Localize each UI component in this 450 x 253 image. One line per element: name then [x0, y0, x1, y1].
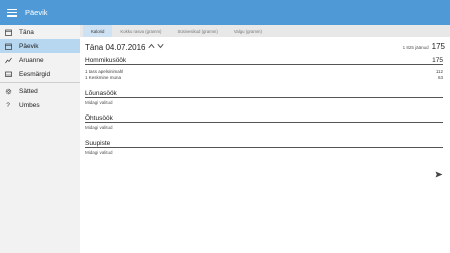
meal-name: Suupiste [85, 139, 111, 147]
food-name: 1 Keskmine muna [85, 74, 122, 80]
chart-icon [4, 56, 12, 64]
hamburger-menu-icon[interactable] [7, 8, 17, 17]
tab-kokku-rasva[interactable]: Kokku rasva (gramm) [112, 25, 169, 37]
chevron-up-icon[interactable] [147, 43, 155, 51]
meal-hommikusook: Hommikusöök 175 1 tass apelsinimahl 112 … [85, 56, 443, 80]
sidebar-divider [0, 82, 80, 83]
sidebar-item-label: Umbes [19, 101, 40, 109]
meal-name: Õhtusöök [85, 114, 113, 122]
meal-name: Lõunasöök [85, 89, 117, 97]
meal-header[interactable]: Suupiste [85, 139, 443, 148]
meal-name: Hommikusöök [85, 56, 127, 64]
empty-meal-text: Midagi valitud [85, 100, 113, 105]
calendar-icon [4, 28, 12, 36]
date-label: Täna 04.07.2016 [85, 42, 146, 52]
food-row[interactable]: 1 Keskmine muna 63 [85, 74, 443, 80]
sidebar-item-eesmargid[interactable]: Eesmärgid [0, 67, 80, 81]
day-total: 1 825 jäänud 175 [403, 42, 445, 51]
sidebar-item-aruanne[interactable]: Aruanne [0, 53, 80, 67]
meal-lounasook: Lõunasöök Midagi valitud [85, 89, 443, 106]
empty-meal-text: Midagi valitud [85, 125, 113, 130]
sidebar-item-label: Päevik [19, 42, 39, 50]
meal-header[interactable]: Õhtusöök [85, 114, 443, 123]
meal-ohtusook: Õhtusöök Midagi valitud [85, 114, 443, 131]
send-icon[interactable] [435, 165, 443, 178]
app-title: Päevik [25, 8, 48, 17]
meal-header[interactable]: Lõunasöök [85, 89, 443, 98]
food-kcal: 63 [437, 74, 443, 80]
tab-bar: Kalorid Kokku rasva (gramm) Süsivesikud … [80, 25, 450, 37]
tab-valgu[interactable]: Valgu (gramm) [226, 25, 270, 37]
tab-kalorid[interactable]: Kalorid [83, 25, 113, 37]
sidebar-item-label: Täna [19, 28, 34, 36]
question-icon: ? [6, 101, 10, 109]
sidebar-item-paevik[interactable]: Päevik [0, 39, 80, 53]
gear-icon [4, 87, 12, 95]
food-kcal: 112 [435, 68, 443, 74]
food-name: 1 tass apelsinimahl [85, 68, 124, 74]
empty-meal-text: Midagi valitud [85, 150, 113, 155]
meal-kcal: 175 [432, 56, 443, 64]
sidebar-item-label: Sätted [19, 87, 38, 95]
remaining-label: 1 825 jäänud [402, 45, 429, 50]
sidebar-item-tana[interactable]: Täna [0, 25, 80, 39]
title-bar: Päevik [0, 0, 450, 25]
date-row: Täna 04.07.2016 1 825 jäänud 175 [85, 41, 445, 53]
sidebar-item-umbes[interactable]: ? Umbes [0, 98, 80, 112]
meal-header[interactable]: Hommikusöök 175 [85, 56, 443, 65]
flag-icon [4, 70, 12, 78]
meal-suupiste: Suupiste Midagi valitud [85, 139, 443, 156]
chevron-down-icon[interactable] [156, 43, 164, 51]
total-value: 175 [431, 42, 445, 51]
main-content: Kalorid Kokku rasva (gramm) Süsivesikud … [80, 25, 450, 253]
tab-susivesikud[interactable]: Süsivesikud (gramm) [169, 25, 225, 37]
sidebar-item-label: Eesmärgid [19, 70, 51, 78]
sidebar-item-label: Aruanne [19, 56, 44, 64]
sidebar: Täna Päevik Aruanne Eesmärgid Sätted ? U… [0, 25, 80, 253]
sidebar-item-satted[interactable]: Sätted [0, 84, 80, 98]
calendar-icon [4, 42, 12, 50]
